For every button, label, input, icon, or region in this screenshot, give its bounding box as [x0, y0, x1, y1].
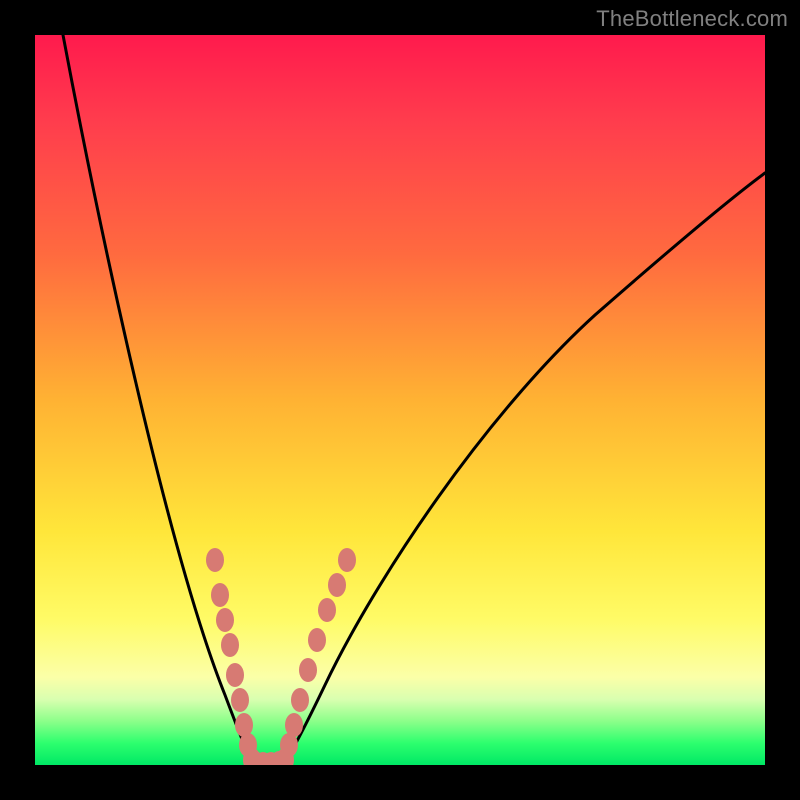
data-marker — [206, 548, 224, 572]
data-marker — [338, 548, 356, 572]
data-marker — [318, 598, 336, 622]
data-marker — [328, 573, 346, 597]
data-marker — [291, 688, 309, 712]
data-marker — [226, 663, 244, 687]
data-marker — [299, 658, 317, 682]
curve-right-branch — [283, 173, 765, 765]
data-marker — [231, 688, 249, 712]
data-marker — [216, 608, 234, 632]
chart-overlay — [35, 35, 765, 765]
watermark-text: TheBottleneck.com — [596, 6, 788, 32]
chart-frame: TheBottleneck.com — [0, 0, 800, 800]
data-marker — [211, 583, 229, 607]
data-marker — [221, 633, 239, 657]
curve-left-branch — [63, 35, 253, 765]
data-marker — [285, 713, 303, 737]
data-marker — [308, 628, 326, 652]
plot-area — [35, 35, 765, 765]
